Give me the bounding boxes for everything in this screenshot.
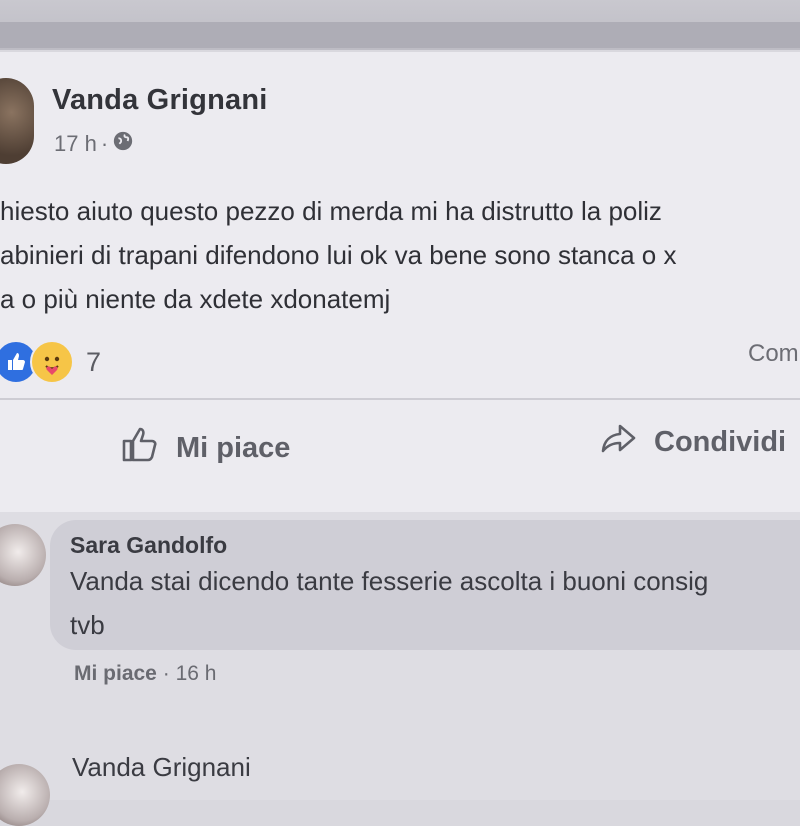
- share-arrow-icon: [598, 418, 640, 466]
- like-button[interactable]: Mi piace: [120, 424, 290, 472]
- thumbs-up-icon: [120, 424, 162, 472]
- like-label: Mi piace: [176, 431, 291, 464]
- care-reaction-icon: [30, 340, 74, 384]
- post-time[interactable]: 17 h: [54, 131, 97, 157]
- post-author[interactable]: Vanda Grignani: [52, 84, 268, 117]
- reactions-summary[interactable]: 7: [0, 340, 101, 384]
- globe-icon: [112, 130, 134, 158]
- comments-count-link[interactable]: Com: [748, 340, 799, 368]
- comment-author[interactable]: Sara Gandolfo: [70, 532, 227, 559]
- meta-separator: ·: [100, 131, 109, 156]
- comment-actions: Mi piace · 16 h: [74, 662, 216, 686]
- top-bar: [0, 22, 800, 48]
- comment-text-line-1: Vanda stai dicendo tante fesserie ascolt…: [70, 566, 709, 596]
- post-text-line-3: a o più niente da xdete xdonatemj: [0, 284, 391, 314]
- post-text-line-2: abinieri di trapani difendono lui ok va …: [0, 240, 677, 270]
- share-label: Condividi: [654, 425, 787, 458]
- comment-time[interactable]: 16 h: [176, 662, 217, 685]
- post-text-line-1: hiesto aiuto questo pezzo di merda mi ha…: [0, 196, 662, 226]
- post-meta: 17 h ·: [54, 130, 134, 158]
- author-avatar[interactable]: [0, 78, 34, 164]
- second-comment-author[interactable]: Vanda Grignani: [72, 752, 251, 783]
- comment-text-line-2: tvb: [70, 610, 105, 640]
- reaction-count: 7: [86, 346, 102, 377]
- comment-separator: ·: [162, 662, 170, 685]
- share-button[interactable]: Condividi: [598, 418, 786, 466]
- divider: [0, 398, 800, 400]
- browser-top-band: [0, 0, 800, 50]
- comment-like-link[interactable]: Mi piace: [74, 662, 157, 685]
